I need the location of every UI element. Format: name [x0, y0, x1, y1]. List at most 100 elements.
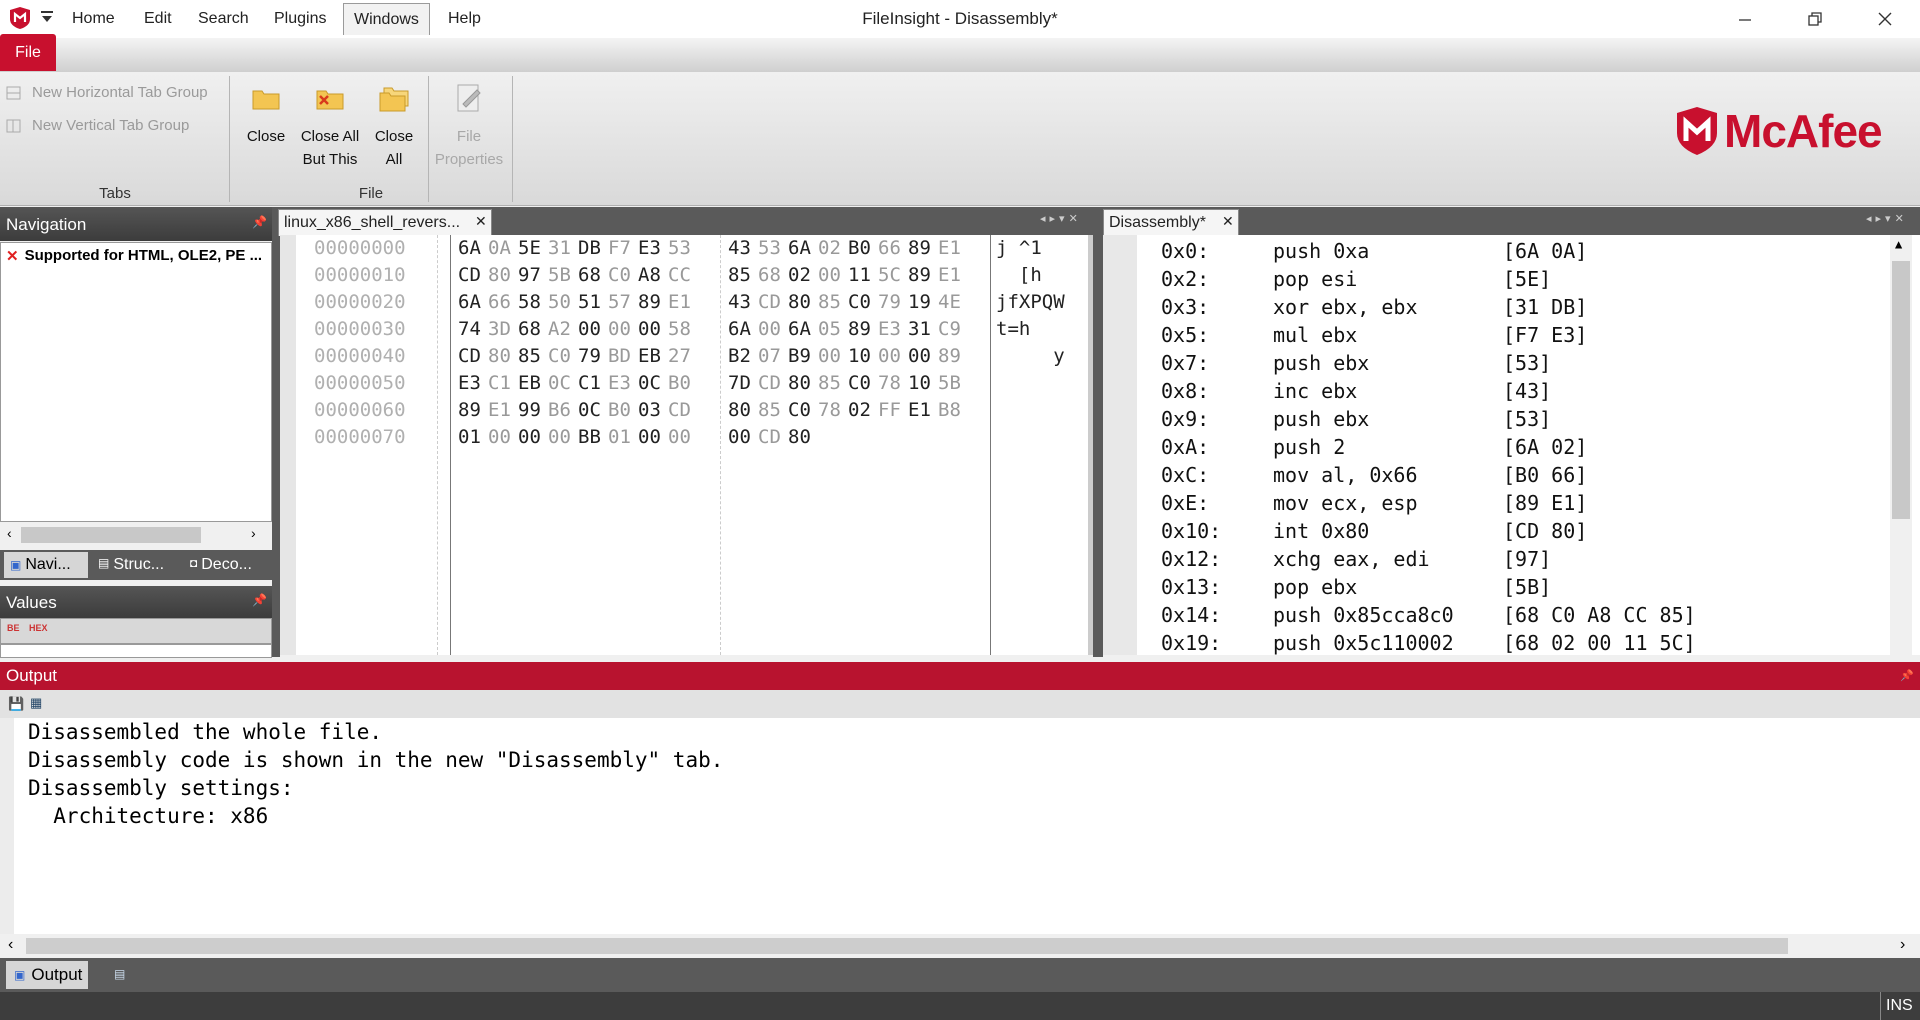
- hex-byte[interactable]: 00: [818, 264, 841, 287]
- hex-byte[interactable]: B0: [668, 372, 691, 395]
- disassembly-scrollbar[interactable]: ▲: [1890, 235, 1912, 655]
- hex-byte[interactable]: C0: [608, 264, 631, 287]
- hex-byte[interactable]: C9: [938, 318, 961, 341]
- hex-row[interactable]: 00000000 6A 0A 5E 31 DB F7 E3 53 43 53 6A 02 B0 66 89 E1…: [280, 237, 1080, 264]
- hex-byte[interactable]: E3: [638, 237, 661, 260]
- tab-navigation[interactable]: ▣ Navi...: [4, 552, 88, 578]
- hex-byte[interactable]: C0: [788, 399, 811, 422]
- tab-windows[interactable]: Windows: [343, 3, 430, 35]
- hex-editor[interactable]: 00000000 6A 0A 5E 31 DB F7 E3 53 43 53 6A 02 B0 66 89 E1…: [280, 235, 1093, 655]
- hex-row[interactable]: 00000010 CD 80 97 5B 68 C0 A8 CC 85 68 02 00 11 5C 89 E1…: [280, 264, 1080, 291]
- hex-byte[interactable]: 85: [728, 264, 751, 287]
- tab-file[interactable]: File: [0, 34, 56, 71]
- hex-row[interactable]: 00000050 E3 C1 EB 0C C1 E3 0C B0 7D CD 80 85 C0 78 10 5B: [280, 372, 1080, 399]
- hex-byte[interactable]: 01: [458, 426, 481, 449]
- hex-byte[interactable]: 00: [578, 318, 601, 341]
- hex-byte[interactable]: 66: [878, 237, 901, 260]
- hex-byte[interactable]: 05: [818, 318, 841, 341]
- hex-byte[interactable]: E1: [938, 264, 961, 287]
- hex-byte[interactable]: 7D: [728, 372, 751, 395]
- hex-byte[interactable]: CD: [668, 399, 691, 422]
- hex-byte[interactable]: 6A: [728, 318, 751, 341]
- output-text-area[interactable]: Disassembled the whole file. Disassembly …: [0, 718, 1920, 934]
- hex-byte[interactable]: BD: [608, 345, 631, 368]
- disassembly-row[interactable]: 0x9: push ebx [53]: [1161, 407, 1881, 435]
- tab-plugins[interactable]: Plugins: [264, 3, 336, 34]
- hex-row[interactable]: 00000060 89 E1 99 B6 0C B0 03 CD 80 85 C0 78 02 FF E1 B8: [280, 399, 1080, 426]
- scroll-left-icon[interactable]: ‹: [8, 936, 13, 954]
- scrollbar-thumb[interactable]: [1892, 261, 1910, 519]
- tab-structure[interactable]: ▤ Struc...: [98, 556, 164, 574]
- clear-icon[interactable]: ▦: [30, 695, 42, 711]
- minimize-button[interactable]: [1710, 0, 1780, 38]
- hex-byte[interactable]: 85: [518, 345, 541, 368]
- disassembly-row[interactable]: 0xE: mov ecx, esp [89 E1]: [1161, 491, 1881, 519]
- hex-byte[interactable]: 6A: [788, 237, 811, 260]
- hex-byte[interactable]: 78: [818, 399, 841, 422]
- hex-byte[interactable]: C0: [848, 291, 871, 314]
- close-button[interactable]: Close: [240, 82, 292, 145]
- hex-byte[interactable]: A2: [548, 318, 571, 341]
- hex-byte[interactable]: A8: [638, 264, 661, 287]
- hex-byte[interactable]: 57: [608, 291, 631, 314]
- hex-byte[interactable]: 6A: [788, 318, 811, 341]
- output-secondary-icon[interactable]: ▤: [114, 967, 125, 981]
- disassembly-row[interactable]: 0x7: push ebx [53]: [1161, 351, 1881, 379]
- hex-byte[interactable]: 00: [818, 345, 841, 368]
- restore-button[interactable]: [1780, 0, 1850, 38]
- close-tab-icon[interactable]: ✕: [1222, 213, 1234, 230]
- tab-help[interactable]: Help: [438, 3, 491, 34]
- hex-icon[interactable]: HEX: [29, 623, 48, 633]
- hex-byte[interactable]: 80: [788, 291, 811, 314]
- hex-byte[interactable]: 85: [818, 291, 841, 314]
- hex-byte[interactable]: CD: [758, 372, 781, 395]
- hex-byte[interactable]: EB: [518, 372, 541, 395]
- hex-byte[interactable]: 27: [668, 345, 691, 368]
- hex-byte[interactable]: 43: [728, 291, 751, 314]
- hex-byte[interactable]: B2: [728, 345, 751, 368]
- app-logo-icon[interactable]: [8, 6, 32, 30]
- hex-byte[interactable]: 00: [908, 345, 931, 368]
- tab-hex-file[interactable]: linux_x86_shell_revers... ✕: [278, 209, 492, 236]
- hex-byte[interactable]: 0C: [548, 372, 571, 395]
- hex-byte[interactable]: 00: [608, 318, 631, 341]
- hex-byte[interactable]: E1: [488, 399, 511, 422]
- hex-byte[interactable]: 3D: [488, 318, 511, 341]
- hex-row[interactable]: 00000020 6A 66 58 50 51 57 89 E1 43 CD 80 85 C0 79 19 4E…: [280, 291, 1080, 318]
- hex-byte[interactable]: 68: [518, 318, 541, 341]
- hex-byte[interactable]: 11: [848, 264, 871, 287]
- disassembly-row[interactable]: 0x0: push 0xa [6A 0A]: [1161, 239, 1881, 267]
- hex-byte[interactable]: 5B: [548, 264, 571, 287]
- hex-byte[interactable]: B6: [548, 399, 571, 422]
- hex-byte[interactable]: 0C: [578, 399, 601, 422]
- hex-byte[interactable]: 68: [758, 264, 781, 287]
- hex-byte[interactable]: C0: [548, 345, 571, 368]
- hex-byte[interactable]: 58: [668, 318, 691, 341]
- close-tab-icon[interactable]: ✕: [475, 213, 487, 230]
- close-all-button[interactable]: Close All: [368, 82, 420, 168]
- vertical-splitter[interactable]: [1093, 207, 1103, 657]
- output-horizontal-scrollbar[interactable]: ‹ ›: [0, 934, 1920, 958]
- hex-byte[interactable]: 85: [758, 399, 781, 422]
- hex-byte[interactable]: E3: [608, 372, 631, 395]
- disassembly-row[interactable]: 0x12: xchg eax, edi [97]: [1161, 547, 1881, 575]
- hex-byte[interactable]: 80: [728, 399, 751, 422]
- hex-byte[interactable]: 78: [878, 372, 901, 395]
- hex-byte[interactable]: 00: [518, 426, 541, 449]
- nav-horizontal-scrollbar[interactable]: ‹ ›: [1, 523, 269, 547]
- close-window-button[interactable]: [1850, 0, 1920, 38]
- hex-byte[interactable]: 89: [458, 399, 481, 422]
- hex-byte[interactable]: B8: [938, 399, 961, 422]
- new-horizontal-tab-group-button[interactable]: New Horizontal Tab Group: [6, 84, 208, 101]
- hex-byte[interactable]: CD: [758, 426, 781, 449]
- hex-byte[interactable]: 00: [638, 318, 661, 341]
- hex-byte[interactable]: 02: [818, 237, 841, 260]
- hex-byte[interactable]: 03: [638, 399, 661, 422]
- hex-byte[interactable]: 4E: [938, 291, 961, 314]
- hex-byte[interactable]: BB: [578, 426, 601, 449]
- pin-icon[interactable]: 📌: [1900, 662, 1914, 690]
- hex-byte[interactable]: 10: [848, 345, 871, 368]
- hex-byte[interactable]: 19: [908, 291, 931, 314]
- save-icon[interactable]: 💾: [8, 696, 24, 712]
- hex-byte[interactable]: CD: [758, 291, 781, 314]
